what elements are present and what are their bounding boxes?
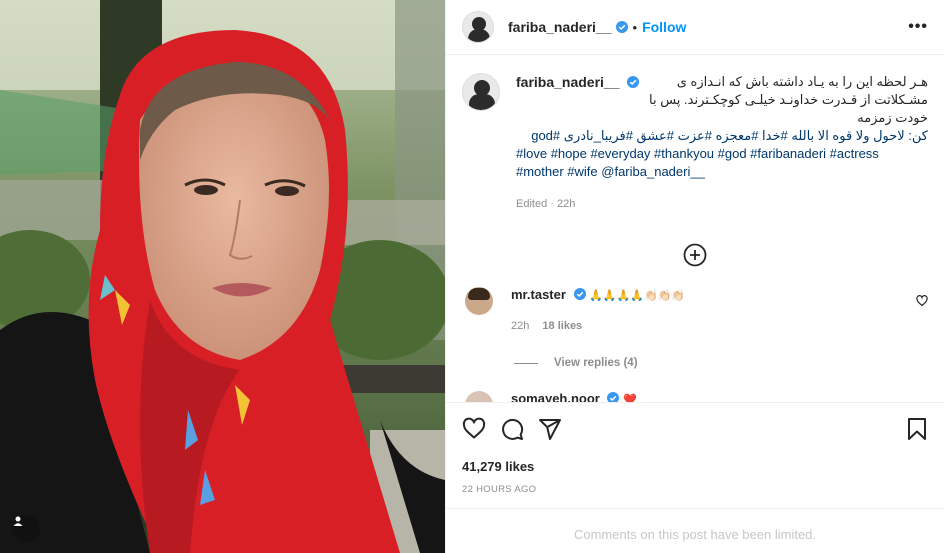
comment-username[interactable]: mr.taster [511, 287, 566, 302]
comment-like-heart-icon[interactable] [916, 295, 928, 307]
comments-limited-notice: Comments on this post have been limited. [446, 508, 944, 542]
comment-text: ❤️ [623, 394, 637, 402]
post-actions: 41,279 likes 22 HOURS AGO Comments on th… [446, 402, 944, 553]
save-bookmark-icon[interactable] [906, 417, 928, 441]
comment: mr.taster 🙏🙏🙏🙏👏🏻👏🏻👏🏻 22h 18 likes [446, 287, 944, 332]
caption: هـر لحظه این را به یـاد داشته باش که انـ… [446, 55, 944, 213]
comment-body: mr.taster 🙏🙏🙏🙏👏🏻👏🏻👏🏻 22h 18 likes [511, 287, 916, 332]
replies-divider [514, 362, 538, 364]
photo-illustration [0, 0, 445, 553]
post-timestamp: 22 HOURS AGO [462, 484, 537, 495]
comments-scroll-area[interactable]: هـر لحظه این را به یـاد داشته باش که انـ… [446, 55, 944, 402]
comment-body: somayeh.noor ❤️ [511, 391, 928, 402]
comment-meta: 22h 18 likes [511, 320, 916, 332]
load-more-comments-icon[interactable] [683, 243, 707, 267]
caption-line-5[interactable]: #mother #wife @fariba_naderi__ [516, 163, 928, 181]
caption-edited-time: Edited · 22h [516, 198, 576, 210]
view-replies-button[interactable]: View replies (4) [514, 357, 944, 369]
comment-username[interactable]: somayeh.noor [511, 391, 600, 402]
view-replies-label: View replies (4) [554, 357, 638, 369]
likes-count[interactable]: 41,279 likes [462, 459, 928, 474]
comment-avatar[interactable] [465, 287, 493, 315]
caption-line-1: هـر لحظه این را به یـاد داشته باش که انـ… [516, 74, 928, 90]
caption-line-2: مشـکلاتت از قـدرت خداونـد خیلـی کوچکـترن… [649, 92, 928, 125]
separator-dot: • [632, 19, 638, 35]
verified-badge-icon [573, 288, 586, 300]
verified-badge-icon [607, 392, 620, 402]
action-icons [462, 415, 928, 443]
more-options-icon[interactable]: ••• [908, 18, 928, 36]
header-username[interactable]: fariba_naderi__ [508, 19, 612, 35]
post-header: fariba_naderi__ • Follow ••• [446, 0, 944, 55]
comment-text: 🙏🙏🙏🙏👏🏻👏🏻👏🏻 [589, 290, 686, 302]
caption-avatar[interactable] [462, 73, 500, 111]
user-icon [13, 516, 23, 526]
caption-body: هـر لحظه این را به یـاد داشته باش که انـ… [516, 73, 928, 213]
comment-partial: somayeh.noor ❤️ [446, 391, 944, 402]
caption-username[interactable]: fariba_naderi__ [516, 74, 620, 90]
verified-badge-icon [615, 21, 628, 33]
comment-avatar[interactable] [465, 391, 493, 402]
avatar[interactable] [462, 11, 494, 43]
share-send-icon[interactable] [538, 417, 562, 441]
tagged-users-button[interactable] [12, 515, 40, 543]
like-heart-icon[interactable] [462, 417, 486, 441]
caption-line-3[interactable]: کن: لاحول ولا قوه الا بالله #خدا #معجزه … [516, 127, 928, 145]
comment-likes[interactable]: 18 likes [542, 320, 582, 332]
comment-time: 22h [511, 320, 530, 332]
caption-line-4[interactable]: #love #hope #everyday #thankyou #god #fa… [516, 145, 928, 163]
post-container: fariba_naderi__ • Follow ••• هـر لحظه ای… [0, 0, 944, 553]
follow-button[interactable]: Follow [642, 19, 686, 35]
post-photo[interactable] [0, 0, 445, 553]
post-panel: fariba_naderi__ • Follow ••• هـر لحظه ای… [445, 0, 944, 553]
verified-badge-icon [627, 76, 640, 88]
comment-bubble-icon[interactable] [500, 417, 524, 441]
